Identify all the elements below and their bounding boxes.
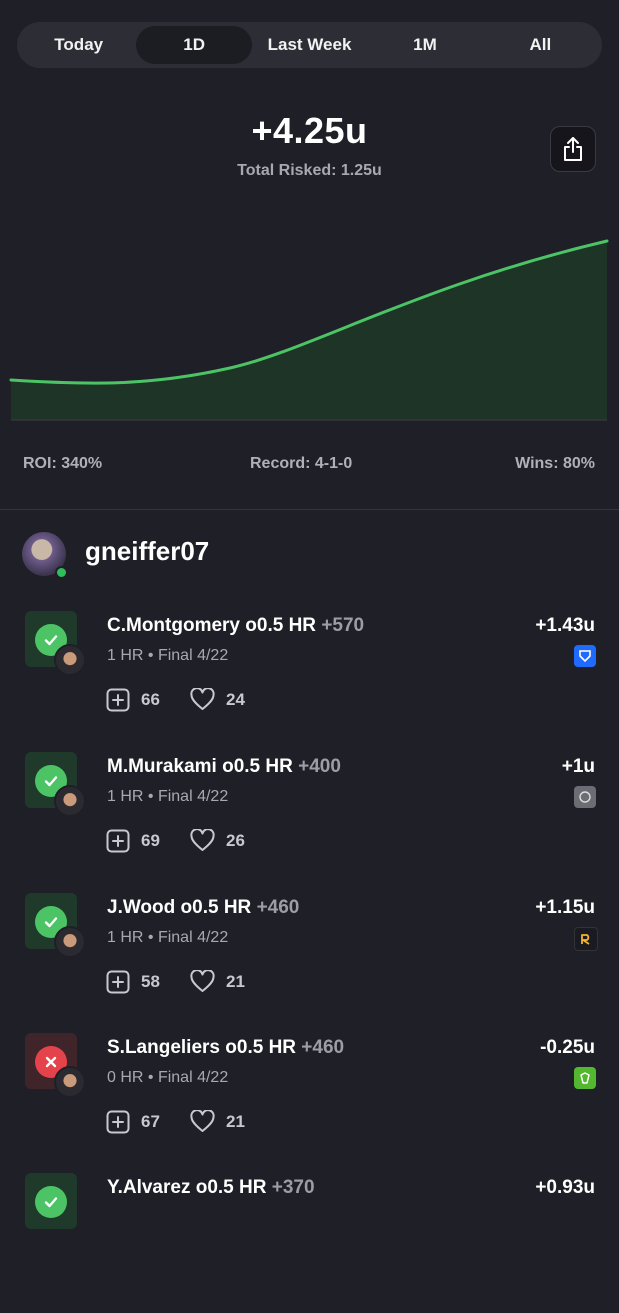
chart-area	[11, 241, 607, 420]
pick-market: Y.Alvarez o0.5 HR	[107, 1177, 267, 1198]
plus-square-icon	[106, 970, 130, 994]
heart-icon	[190, 970, 215, 992]
period-tabs: Today 1D Last Week 1M All	[17, 22, 602, 68]
pick-units: +1.15u	[535, 897, 595, 918]
heart-icon	[190, 688, 215, 710]
tab-last-week[interactable]: Last Week	[252, 26, 367, 64]
share-icon	[564, 137, 582, 161]
pick-units: -0.25u	[540, 1037, 595, 1058]
tail-button[interactable]: 69	[106, 829, 160, 853]
player-avatar	[54, 1066, 86, 1098]
pick-odds: +370	[271, 1177, 315, 1198]
tab-1m[interactable]: 1M	[367, 26, 482, 64]
pick-odds: +400	[298, 756, 341, 777]
pick-title[interactable]: Y.Alvarez o0.5 HR +370	[107, 1177, 315, 1199]
pick-result-line: 0 HR • Final 4/22	[107, 1069, 229, 1086]
pick-odds: +570	[321, 615, 365, 636]
player-avatar	[54, 644, 86, 676]
pick-card[interactable]: M.Murakami o0.5 HR +400 1 HR • Final 4/2…	[0, 752, 619, 892]
pick-card[interactable]: C.Montgomery o0.5 HR +570 1 HR • Final 4…	[0, 611, 619, 751]
like-button[interactable]: 21	[190, 1110, 245, 1133]
like-button[interactable]: 26	[190, 829, 245, 852]
pick-title[interactable]: S.Langeliers o0.5 HR +460	[107, 1037, 344, 1059]
record-stat: Record: 4-1-0	[250, 455, 353, 472]
pick-title[interactable]: C.Montgomery o0.5 HR +570	[107, 615, 364, 637]
player-avatar	[54, 785, 86, 817]
tail-button[interactable]: 58	[106, 970, 160, 994]
pick-title[interactable]: J.Wood o0.5 HR +460	[107, 897, 299, 919]
like-count: 21	[226, 971, 245, 991]
verified-icon	[55, 566, 68, 579]
tail-button[interactable]: 67	[106, 1110, 160, 1134]
tab-all[interactable]: All	[483, 26, 598, 64]
pick-market: M.Murakami o0.5 HR	[107, 756, 293, 777]
roi-stat: ROI: 340%	[23, 455, 103, 472]
pick-card[interactable]: Y.Alvarez o0.5 HR +370 +0.93u	[0, 1173, 619, 1313]
pick-market: C.Montgomery o0.5 HR	[107, 615, 317, 636]
tail-button[interactable]: 66	[106, 688, 160, 712]
username[interactable]: gneiffer07	[85, 536, 209, 567]
total-units: +4.25u	[251, 110, 368, 151]
divider	[0, 509, 619, 510]
pick-odds: +460	[301, 1037, 345, 1058]
pick-title[interactable]: M.Murakami o0.5 HR +400	[107, 756, 341, 778]
pick-units: +0.93u	[535, 1177, 595, 1198]
tail-count: 69	[141, 831, 160, 850]
heart-icon	[190, 829, 215, 851]
fanduel-icon	[574, 645, 596, 667]
like-button[interactable]: 24	[190, 688, 245, 711]
tail-count: 58	[141, 972, 160, 991]
tail-count: 67	[141, 1112, 160, 1131]
pick-units: +1u	[561, 756, 595, 777]
profit-chart	[9, 239, 609, 421]
pick-result-line: 1 HR • Final 4/22	[107, 929, 229, 946]
like-count: 24	[226, 689, 245, 709]
pick-market: S.Langeliers o0.5 HR	[107, 1037, 297, 1058]
rebet-icon	[574, 927, 598, 951]
draftkings-icon	[574, 1067, 596, 1089]
tab-1d[interactable]: 1D	[136, 26, 252, 64]
plus-square-icon	[106, 1110, 130, 1134]
share-button[interactable]	[550, 126, 596, 172]
hard-rock-icon	[574, 786, 596, 808]
plus-square-icon	[106, 688, 130, 712]
like-count: 26	[226, 830, 245, 850]
pick-market: J.Wood o0.5 HR	[107, 897, 252, 918]
check-icon	[35, 1186, 67, 1218]
player-avatar	[54, 926, 86, 958]
pick-card[interactable]: S.Langeliers o0.5 HR +460 0 HR • Final 4…	[0, 1033, 619, 1173]
tail-count: 66	[141, 690, 160, 709]
total-risked: Total Risked: 1.25u	[237, 162, 382, 179]
heart-icon	[190, 1110, 215, 1132]
plus-square-icon	[106, 829, 130, 853]
tab-today[interactable]: Today	[21, 26, 136, 64]
pick-odds: +460	[256, 897, 300, 918]
pick-units: +1.43u	[535, 615, 595, 636]
pick-result-line: 1 HR • Final 4/22	[107, 647, 229, 664]
pick-result-line: 1 HR • Final 4/22	[107, 788, 229, 805]
like-button[interactable]: 21	[190, 970, 245, 993]
pick-card[interactable]: J.Wood o0.5 HR +460 1 HR • Final 4/22 +1…	[0, 893, 619, 1033]
wins-stat: Wins: 80%	[515, 455, 595, 472]
like-count: 21	[226, 1111, 245, 1131]
